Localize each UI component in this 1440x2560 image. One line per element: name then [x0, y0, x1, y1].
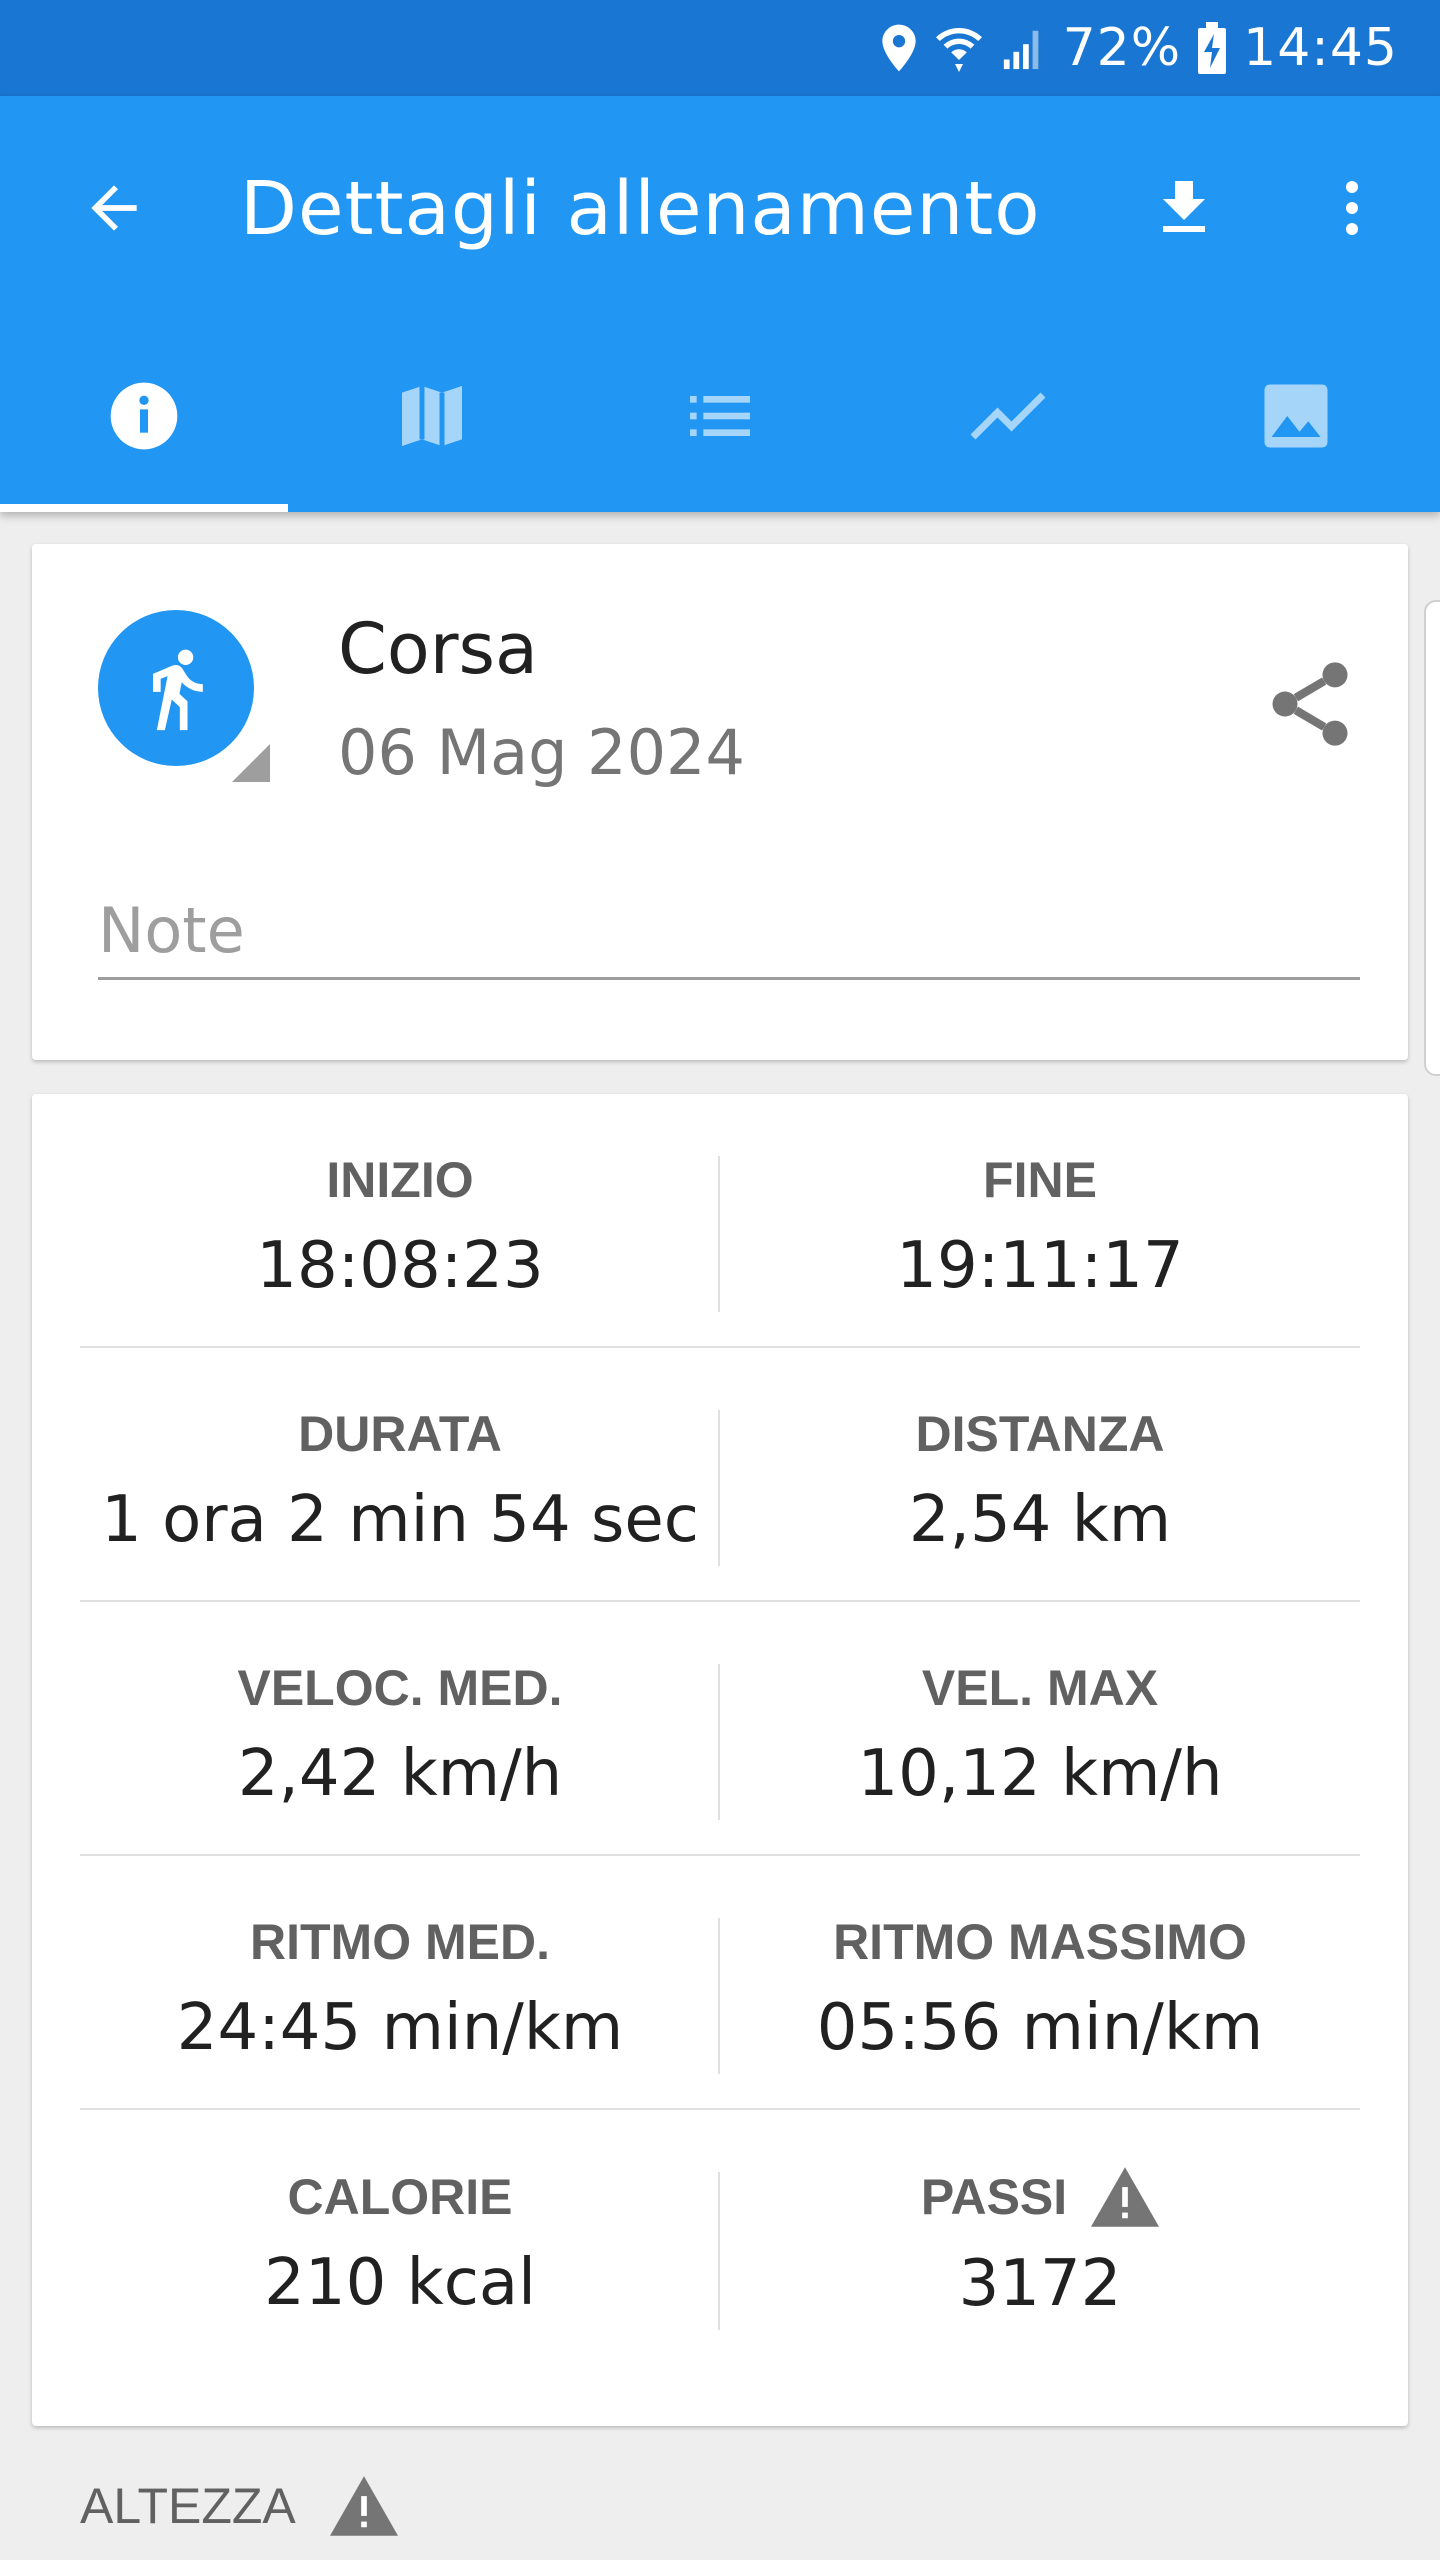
stat-row: INIZIO 18:08:23 FINE 19:11:17: [80, 1094, 1360, 1348]
chart-icon: [970, 392, 1046, 440]
stat-label: VELOC. MED.: [237, 1660, 563, 1716]
share-button[interactable]: [1250, 644, 1370, 764]
altitude-section-header: ALTEZZA: [80, 2476, 398, 2536]
tab-charts[interactable]: [864, 320, 1152, 512]
stat-end: FINE 19:11:17: [720, 1094, 1360, 1346]
stat-label: RITMO MED.: [250, 1914, 550, 1970]
stat-label: FINE: [983, 1152, 1097, 1208]
tab-info[interactable]: [0, 320, 288, 512]
running-icon: [153, 649, 203, 731]
stat-max-speed: VEL. MAX 10,12 km/h: [720, 1602, 1360, 1854]
app-bar: Dettagli allenamento: [0, 96, 1440, 512]
activity-name: Corsa: [338, 608, 538, 690]
info-icon: [110, 382, 178, 450]
map-icon: [402, 386, 462, 446]
wifi-icon: [935, 22, 983, 74]
battery-percent: 72%: [1062, 18, 1182, 78]
stats-grid: INIZIO 18:08:23 FINE 19:11:17 DURATA 1 o…: [80, 1094, 1360, 2364]
page-title: Dettagli allenamento: [240, 166, 1041, 252]
stat-row: DURATA 1 ora 2 min 54 sec DISTANZA 2,54 …: [80, 1348, 1360, 1602]
stat-value: 2,54 km: [908, 1483, 1172, 1557]
tab-laps[interactable]: [576, 320, 864, 512]
share-icon: [1272, 662, 1348, 746]
tab-photos[interactable]: [1152, 320, 1440, 512]
activity-type-avatar[interactable]: [98, 610, 254, 766]
list-icon: [690, 396, 750, 436]
note-input[interactable]: [98, 884, 1360, 980]
warning-icon[interactable]: [329, 2476, 398, 2536]
stat-label: DISTANZA: [915, 1406, 1165, 1462]
stat-label: INIZIO: [326, 1152, 474, 1208]
stats-card: INIZIO 18:08:23 FINE 19:11:17 DURATA 1 o…: [32, 1094, 1408, 2426]
image-icon: [1264, 384, 1328, 448]
stat-calories: CALORIE 210 kcal: [80, 2110, 720, 2364]
stat-distance: DISTANZA 2,54 km: [720, 1348, 1360, 1600]
back-button[interactable]: [66, 160, 162, 256]
activity-date: 06 Mag 2024: [338, 716, 745, 789]
activity-type-dropdown-indicator[interactable]: [232, 744, 270, 782]
stat-avg-speed: VELOC. MED. 2,42 km/h: [80, 1602, 720, 1854]
toolbar: Dettagli allenamento: [0, 96, 1440, 320]
stat-row: VELOC. MED. 2,42 km/h VEL. MAX 10,12 km/…: [80, 1602, 1360, 1856]
download-icon: [1163, 181, 1205, 232]
more-options-button[interactable]: [1304, 160, 1400, 256]
stat-label: DURATA: [298, 1406, 502, 1462]
arrow-back-icon: [91, 185, 137, 231]
stat-value: 210 kcal: [264, 2246, 536, 2320]
signal-icon: [999, 25, 1047, 71]
stat-value: 10,12 km/h: [857, 1737, 1223, 1811]
section-label: ALTEZZA: [80, 2478, 296, 2534]
stat-value: 2,42 km/h: [237, 1737, 563, 1811]
location-icon: [879, 22, 919, 74]
stat-value: 3172: [958, 2247, 1122, 2321]
activity-card: Corsa 06 Mag 2024: [32, 544, 1408, 1060]
stat-value: 1 ora 2 min 54 sec: [101, 1483, 699, 1557]
stat-label: VEL. MAX: [921, 1660, 1159, 1716]
stat-label-with-warning: PASSI: [920, 2167, 1160, 2227]
warning-icon[interactable]: [1091, 2167, 1160, 2227]
status-bar: 72% 14:45: [0, 0, 1440, 96]
status-icons: 72% 14:45: [879, 0, 1398, 96]
next-card-edge: [1424, 600, 1440, 1076]
stat-label: PASSI: [920, 2169, 1068, 2225]
stat-value: 05:56 min/km: [816, 1991, 1264, 2065]
battery-charging-icon: [1197, 22, 1227, 74]
stat-value: 19:11:17: [896, 1229, 1184, 1303]
stat-row: CALORIE 210 kcal PASSI 3172: [80, 2110, 1360, 2364]
stat-value: 24:45 min/km: [176, 1991, 624, 2065]
stat-label: CALORIE: [287, 2169, 513, 2225]
stat-steps: PASSI 3172: [720, 2110, 1360, 2364]
stat-max-pace: RITMO MASSIMO 05:56 min/km: [720, 1856, 1360, 2108]
stat-label: RITMO MASSIMO: [833, 1914, 1247, 1970]
stat-start: INIZIO 18:08:23: [80, 1094, 720, 1346]
more-vert-icon: [1346, 181, 1358, 235]
clock: 14:45: [1243, 18, 1398, 78]
download-button[interactable]: [1136, 160, 1232, 256]
tab-map[interactable]: [288, 320, 576, 512]
stat-row: RITMO MED. 24:45 min/km RITMO MASSIMO 05…: [80, 1856, 1360, 2110]
stat-value: 18:08:23: [256, 1229, 544, 1303]
stat-avg-pace: RITMO MED. 24:45 min/km: [80, 1856, 720, 2108]
tab-bar: [0, 320, 1440, 512]
stat-duration: DURATA 1 ora 2 min 54 sec: [80, 1348, 720, 1600]
